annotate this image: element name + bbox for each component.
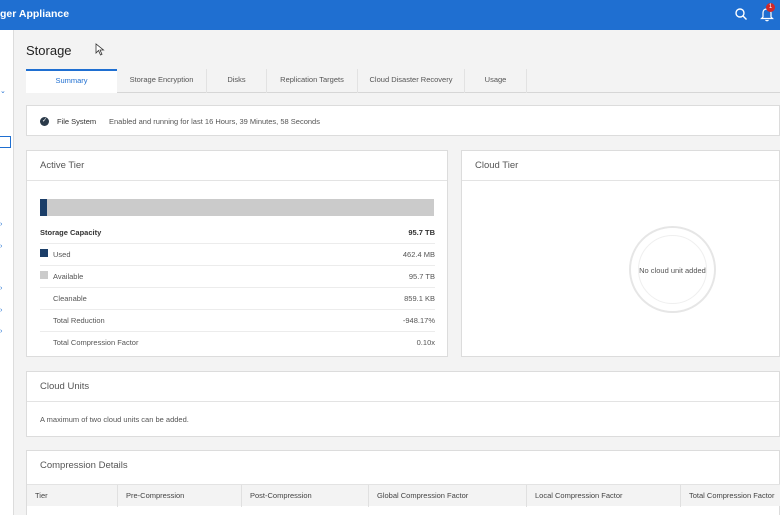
column-header-global-compression-factor[interactable]: Global Compression Factor [369,485,527,507]
chevron-down-icon[interactable]: ⌄ [0,88,6,96]
legend-swatch-used [40,249,48,257]
card-header: Compression Details [27,451,779,481]
compression-details-card: Compression Details Tier Pre-Compression… [26,450,780,515]
row-value: 859.1 KB [404,294,435,303]
column-header-pre-compression[interactable]: Pre-Compression [118,485,242,507]
chevron-right-icon[interactable]: › [0,243,2,251]
tab-replication-targets[interactable]: Replication Targets [267,69,358,93]
capacity-row: Storage Capacity 95.7 TB [40,222,435,244]
active-tier-card: Active Tier Storage Capacity 95.7 TB Use… [26,150,448,357]
row-label: Cleanable [53,294,87,303]
checkmark-icon: ✓ [40,117,49,126]
column-header-tier[interactable]: Tier [27,485,118,507]
compression-details-title: Compression Details [40,460,128,471]
cloud-units-card: Cloud Units A maximum of two cloud units… [26,371,780,437]
capacity-label: Storage Capacity [40,228,102,237]
table-row: Total Compression Factor 0.10x [40,332,435,354]
tab-cloud-disaster-recovery[interactable]: Cloud Disaster Recovery [358,69,465,93]
table-header: Tier Pre-Compression Post-Compression Gl… [27,484,780,507]
cloud-units-text: A maximum of two cloud units can be adde… [40,415,189,424]
tab-usage[interactable]: Usage [465,69,527,93]
column-header-local-compression-factor[interactable]: Local Compression Factor [527,485,681,507]
capacity-bar [40,199,434,216]
chevron-right-icon[interactable]: › [0,221,2,229]
file-system-label: File System [57,117,97,126]
table-row: Available 95.7 TB [40,266,435,288]
main-content: Storage Summary Storage Encryption Disks… [14,30,780,515]
empty-state-circle: No cloud unit added [629,226,716,313]
legend-swatch-available [40,271,48,279]
chevron-right-icon[interactable]: › [0,285,2,293]
table-row: Used 462.4 MB [40,244,435,266]
notification-badge: 1 [766,3,775,12]
tab-disks[interactable]: Disks [207,69,267,93]
tab-summary[interactable]: Summary [26,69,117,93]
side-nav: ⌄ › › › › › [0,30,14,515]
active-tier-title: Active Tier [40,160,85,171]
table-row: Total Reduction -948.17% [40,310,435,332]
row-label: Available [53,272,84,281]
cloud-tier-card: Cloud Tier No cloud unit added [461,150,780,357]
card-header: Active Tier [27,151,447,181]
capacity-used-fill [40,199,47,216]
row-label: Total Reduction [53,316,105,325]
table-row: Cleanable 859.1 KB [40,288,435,310]
search-icon[interactable] [734,7,748,21]
row-value: 462.4 MB [402,250,435,259]
row-label: Used [53,250,71,259]
chevron-right-icon[interactable]: › [0,307,2,315]
column-header-post-compression[interactable]: Post-Compression [242,485,369,507]
row-value: 0.10x [416,338,435,347]
row-value: -948.17% [402,316,435,325]
cloud-units-title: Cloud Units [40,381,90,392]
mouse-cursor-icon [95,43,105,56]
page-title: Storage [26,43,72,58]
file-system-status: Enabled and running for last 16 Hours, 3… [109,117,320,126]
top-bar: ger Appliance 1 [0,0,780,30]
card-header: Cloud Units [27,372,779,402]
tab-storage-encryption[interactable]: Storage Encryption [117,69,207,93]
tab-bar: Summary Storage Encryption Disks Replica… [26,69,780,93]
nav-selected-item[interactable] [0,136,11,148]
row-label: Total Compression Factor [53,338,139,347]
no-cloud-unit-text: No cloud unit added [639,266,706,275]
app-title: ger Appliance [0,8,70,20]
file-system-status-card: ✓ File System Enabled and running for la… [26,105,780,136]
chevron-right-icon[interactable]: › [0,328,2,336]
column-header-total-compression-factor[interactable]: Total Compression Factor [681,485,780,507]
row-value: 95.7 TB [408,272,435,281]
capacity-value: 95.7 TB [408,228,435,237]
cloud-tier-title: Cloud Tier [475,160,519,171]
card-header: Cloud Tier [462,151,779,181]
